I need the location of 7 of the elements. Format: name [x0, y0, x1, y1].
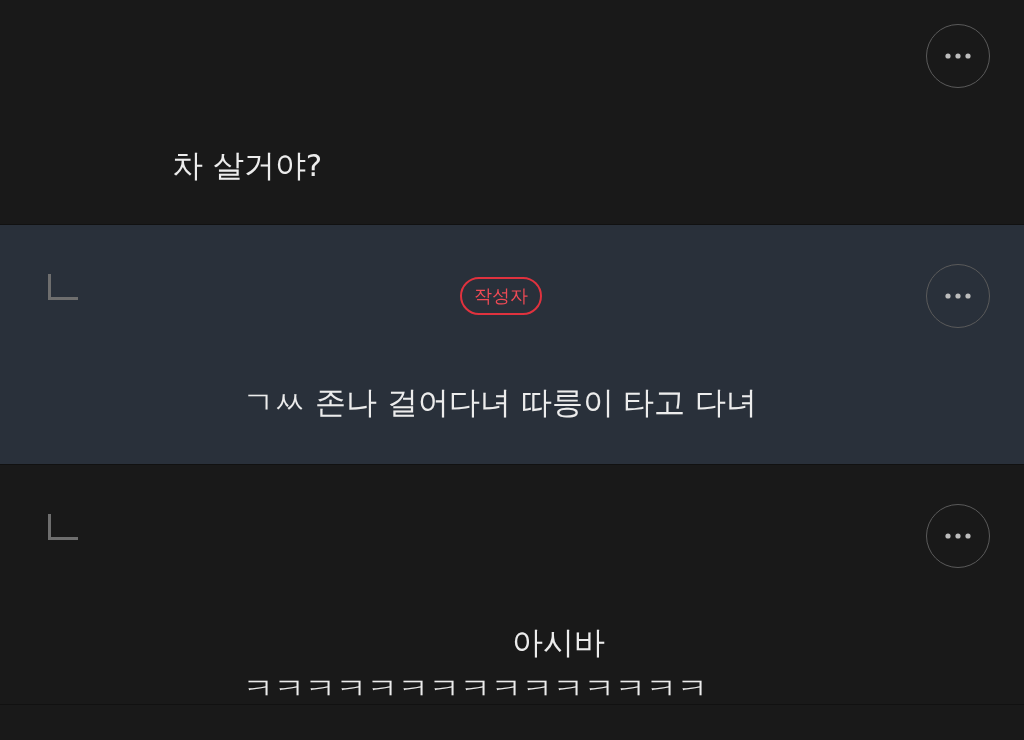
- more-icon: [945, 533, 971, 539]
- more-icon: [945, 293, 971, 299]
- comment-text: ㄱㅆ 존나 걸어다녀 따릉이 타고 다녀: [243, 383, 759, 422]
- comment-text: 아시바 ㅋㅋㅋㅋㅋㅋㅋㅋㅋㅋㅋㅋㅋㅋㅋ: [243, 623, 709, 708]
- comment-text: 차 살거야?: [172, 146, 324, 185]
- author-badge: 작성자: [460, 277, 542, 315]
- more-icon: [945, 53, 971, 59]
